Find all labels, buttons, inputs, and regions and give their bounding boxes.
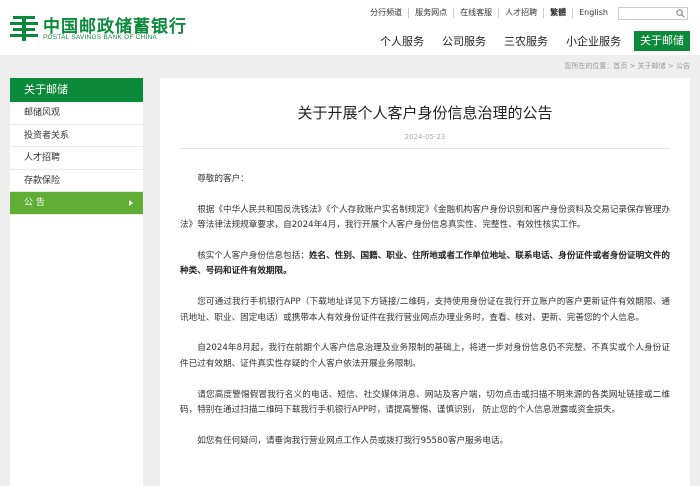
toplink-english[interactable]: English: [573, 8, 614, 18]
article-paragraph: 您可通过我行手机银行APP（下载地址详见下方链接/二维码，支持使用身份证在我行开…: [180, 297, 670, 323]
article-paragraph: 根据《中华人民共和国反洗钱法》《个人存款账户实名制规定》《金融机构客户身份识别和…: [180, 204, 670, 231]
psbc-logo-icon: [10, 16, 38, 41]
sidebar-item-careers[interactable]: 人才招聘: [10, 147, 143, 170]
toplink-careers[interactable]: 人才招聘: [499, 8, 545, 18]
toplink-traditional[interactable]: 繁體: [544, 8, 574, 18]
sidebar-item-investors[interactable]: 投资者关系: [10, 125, 143, 147]
nav-about[interactable]: 关于邮储: [634, 31, 690, 51]
nav-small-business[interactable]: 小企业服务: [557, 33, 630, 49]
sidebar-item-label: 邮储风观: [24, 108, 61, 118]
caret-right-icon: [129, 200, 133, 206]
bank-name-en: POSTAL SAVINGS BANK OF CHINA: [43, 34, 158, 41]
article-paragraph: 自2024年8月起，我行在前期个人客户信息治理及业务限制的基础上，将进一步对身份…: [180, 343, 670, 369]
bank-logo[interactable]: 中国邮政储蓄银行 POSTAL SAVINGS BANK OF CHINA: [9, 12, 186, 46]
nav-rural[interactable]: 三农服务: [495, 33, 557, 49]
nav-corporate[interactable]: 公司服务: [433, 33, 495, 49]
toplink-branch[interactable]: 分行频道: [364, 8, 410, 18]
article-paragraph: 核实个人客户身份信息包括：姓名、性别、国籍、职业、住所地或者工作单位地址、联系电…: [180, 249, 670, 280]
sidebar-item-deposit-insurance[interactable]: 存款保险: [10, 170, 143, 192]
article-paragraph: 请您高度警惕假冒我行名义的电话、短信、社交媒体消息、网站及客户端，切勿点击或扫描…: [180, 389, 670, 416]
article-greeting: 尊敬的客户：: [197, 174, 249, 184]
sidebar-item-label: 投资者关系: [24, 130, 70, 141]
main-nav: 个人服务 公司服务 三农服务 小企业服务 关于邮储: [371, 31, 690, 51]
breadcrumb: 您所在的位置：首页 > 关于邮储 > 公告: [564, 62, 690, 70]
sidebar-item-label: 人才招聘: [24, 153, 61, 163]
sidebar-item-announcements[interactable]: 公 告: [10, 192, 143, 215]
sidebar-item-culture[interactable]: 邮储风观: [10, 102, 143, 125]
toplink-outlets[interactable]: 服务网点: [409, 8, 455, 18]
toplink-service[interactable]: 在线客服: [454, 8, 500, 18]
article-paragraph: 如您有任何疑问，请垂询我行营业网点工作人员或拨打我行95580客户服务电话。: [197, 435, 509, 446]
sidebar-item-label: 公 告: [24, 198, 45, 208]
sidebar: 关于邮储 邮储风观 投资者关系 人才招聘 存款保险 公 告: [10, 78, 143, 486]
search-icon[interactable]: [676, 8, 685, 18]
sidebar-item-label: 存款保险: [24, 175, 61, 186]
search-input[interactable]: [618, 6, 688, 20]
divider: [180, 148, 670, 149]
article-title: 关于开展个人客户身份信息治理的公告: [297, 104, 553, 122]
article-panel: 关于开展个人客户身份信息治理的公告 2024-05-23 尊敬的客户： 根据《中…: [160, 78, 690, 486]
sidebar-title: 关于邮储: [10, 78, 143, 102]
article-date: 2024-05-23: [404, 133, 446, 141]
nav-personal[interactable]: 个人服务: [371, 33, 433, 49]
site-header: 中国邮政储蓄银行 POSTAL SAVINGS BANK OF CHINA 分行…: [0, 0, 700, 55]
paragraph-prefix: 核实个人客户身份信息包括：: [197, 251, 309, 261]
top-links: 分行频道 服务网点 在线客服 人才招聘 繁體 English: [364, 6, 688, 20]
article-body: 尊敬的客户： 根据《中华人民共和国反洗钱法》《个人存款账户实名制规定》《金融机构…: [180, 172, 670, 465]
